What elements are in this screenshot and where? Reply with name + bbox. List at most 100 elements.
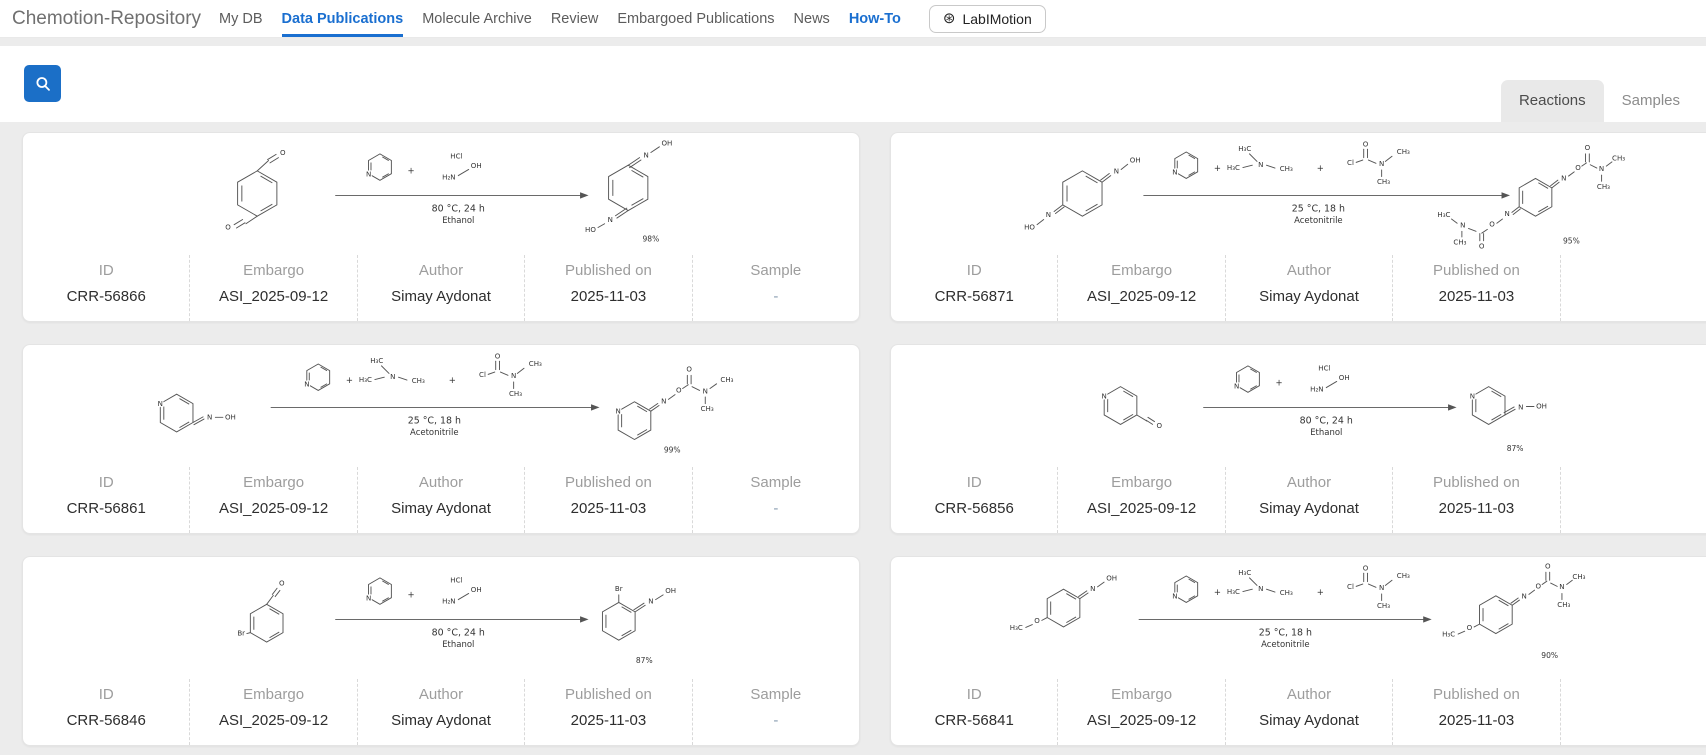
atom-label: HCl xyxy=(450,152,462,161)
atom-label: OH xyxy=(1536,401,1547,410)
yield-label: 95% xyxy=(1563,237,1580,246)
app-brand[interactable]: Chemotion-Repository xyxy=(12,8,201,30)
nav-links: My DB Data Publications Molecule Archive… xyxy=(219,0,901,37)
publication-card-crr-56856[interactable]: N O N + HCl H₂N OH xyxy=(890,344,1706,534)
meta-col-published: Published on 2025-11-03 xyxy=(1392,679,1559,745)
publication-card-crr-56841[interactable]: H₃C O N OH N + H₃C H₃C xyxy=(890,556,1706,746)
col-header: Sample xyxy=(693,686,859,703)
atom-label: N xyxy=(1379,583,1384,592)
col-header: Author xyxy=(1226,686,1392,703)
product-structure: Br N OH xyxy=(602,584,676,640)
conditions-line1: 25 °C, 18 h xyxy=(1259,627,1312,638)
col-header: Embargo xyxy=(1058,262,1224,279)
plus-sign: + xyxy=(1275,379,1282,389)
reagents: N + H₃C H₃C N CH₃ + O Cl N xyxy=(1172,139,1410,186)
yield-label: 98% xyxy=(642,235,659,244)
top-navbar: Chemotion-Repository My DB Data Publicat… xyxy=(0,0,1706,38)
conditions-line2: Ethanol xyxy=(1310,428,1342,438)
nav-item-embargoed-publications[interactable]: Embargoed Publications xyxy=(617,0,774,37)
nav-item-molecule-archive[interactable]: Molecule Archive xyxy=(422,0,532,37)
col-header: Embargo xyxy=(1058,474,1224,491)
publication-meta-table: ID CRR-56856 Embargo ASI_2025-09-12 Auth… xyxy=(891,467,1706,533)
atom-label: CH₃ xyxy=(1612,153,1625,162)
meta-col-id: ID CRR-56846 xyxy=(23,679,189,745)
atom-label: OH xyxy=(665,586,676,595)
atom-label: HCl xyxy=(1318,364,1330,373)
atom-label: CH₃ xyxy=(1280,588,1293,597)
conditions-line1: 25 °C, 18 h xyxy=(1292,203,1345,214)
atom-label: N xyxy=(1469,391,1474,400)
conditions-line2: Ethanol xyxy=(442,640,474,650)
col-header: Published on xyxy=(1393,686,1559,703)
product-structure: N N O O N CH₃ CH₃ xyxy=(616,365,734,440)
reagents: N + HCl H₂N OH xyxy=(366,576,482,606)
tab-reactions[interactable]: Reactions xyxy=(1501,80,1604,122)
atom-label: OH xyxy=(470,161,481,170)
atom-label: H₃C xyxy=(359,375,372,384)
reaction-arrow xyxy=(1144,192,1510,198)
publications-grid: O O N + HCl H₂N OH xyxy=(22,132,1706,746)
reagents: N + HCl H₂N OH xyxy=(1234,364,1350,394)
atom-label: CH₃ xyxy=(1377,177,1390,186)
nav-item-my-db[interactable]: My DB xyxy=(219,0,263,37)
publication-meta-table: ID CRR-56866 Embargo ASI_2025-09-12 Auth… xyxy=(23,255,859,321)
atom-label: N xyxy=(304,380,309,389)
col-header: ID xyxy=(891,474,1057,491)
atom-label: O xyxy=(1479,241,1485,250)
nav-item-review[interactable]: Review xyxy=(551,0,599,37)
meta-col-id: ID CRR-56871 xyxy=(891,255,1057,321)
type-tabs: Reactions Samples xyxy=(1501,80,1698,122)
col-header: Author xyxy=(358,262,524,279)
col-header: Author xyxy=(1226,262,1392,279)
col-header: Embargo xyxy=(190,474,356,491)
sample-value: - xyxy=(693,712,859,729)
meta-col-author: Author Simay Aydonat xyxy=(357,467,524,533)
nav-item-how-to[interactable]: How-To xyxy=(849,0,901,37)
publication-card-crr-56861[interactable]: N N OH N + H₃C H₃C N CH₃ xyxy=(22,344,860,534)
meta-col-sample xyxy=(1560,255,1706,321)
publication-card-crr-56846[interactable]: Br O N + HCl H₂N OH xyxy=(22,556,860,746)
meta-col-published: Published on 2025-11-03 xyxy=(1392,255,1559,321)
published-value: 2025-11-03 xyxy=(525,500,691,517)
conditions-line2: Acetonitrile xyxy=(1261,640,1310,650)
plus-sign: + xyxy=(1214,164,1221,174)
atom-label: N xyxy=(1599,164,1604,173)
nav-item-news[interactable]: News xyxy=(794,0,830,37)
reaction-arrow xyxy=(271,404,600,410)
atom-label: N xyxy=(1561,173,1566,182)
reactant-structure: N N OH xyxy=(158,394,236,432)
plus-sign: + xyxy=(407,591,414,601)
atom-label: O xyxy=(686,365,692,374)
atom-label: OH xyxy=(661,138,672,147)
atom-label: O xyxy=(676,385,682,394)
atom-label: H₂N xyxy=(442,596,455,605)
labimotion-button[interactable]: ⊛ LabIMotion xyxy=(929,5,1046,33)
meta-col-sample: Sample - xyxy=(692,255,859,321)
col-header: Embargo xyxy=(190,686,356,703)
atom-label: N xyxy=(1114,167,1119,176)
reaction-arrow xyxy=(335,616,588,622)
atom-label: OH xyxy=(225,413,236,422)
nav-item-data-publications[interactable]: Data Publications xyxy=(282,0,404,37)
col-header: ID xyxy=(891,686,1057,703)
atom-label: CH₃ xyxy=(720,375,733,384)
atom-label: O xyxy=(280,148,286,157)
tab-samples[interactable]: Samples xyxy=(1604,80,1698,122)
reaction-arrow xyxy=(1139,616,1432,622)
published-value: 2025-11-03 xyxy=(525,288,691,305)
embargo-value: ASI_2025-09-12 xyxy=(190,500,356,517)
atom-label: N xyxy=(366,594,371,603)
conditions-line2: Acetonitrile xyxy=(410,428,459,438)
publication-card-crr-56866[interactable]: O O N + HCl H₂N OH xyxy=(22,132,860,322)
reaction-scheme-svg: O O N + HCl H₂N OH xyxy=(177,135,706,253)
atom-label: O xyxy=(279,578,285,587)
reaction-scheme: N OH N HO N + H₃C H₃C N xyxy=(891,133,1706,255)
atom-label: N xyxy=(158,399,163,408)
atom-label: CH₃ xyxy=(509,389,522,398)
publication-card-crr-56871[interactable]: N OH N HO N + H₃C H₃C N xyxy=(890,132,1706,322)
search-button[interactable] xyxy=(24,65,61,102)
atom-label: N xyxy=(643,151,648,160)
reaction-scheme: N O N + HCl H₂N OH xyxy=(891,345,1706,467)
atom-label: N xyxy=(1505,209,1510,218)
conditions-line2: Ethanol xyxy=(442,216,474,226)
